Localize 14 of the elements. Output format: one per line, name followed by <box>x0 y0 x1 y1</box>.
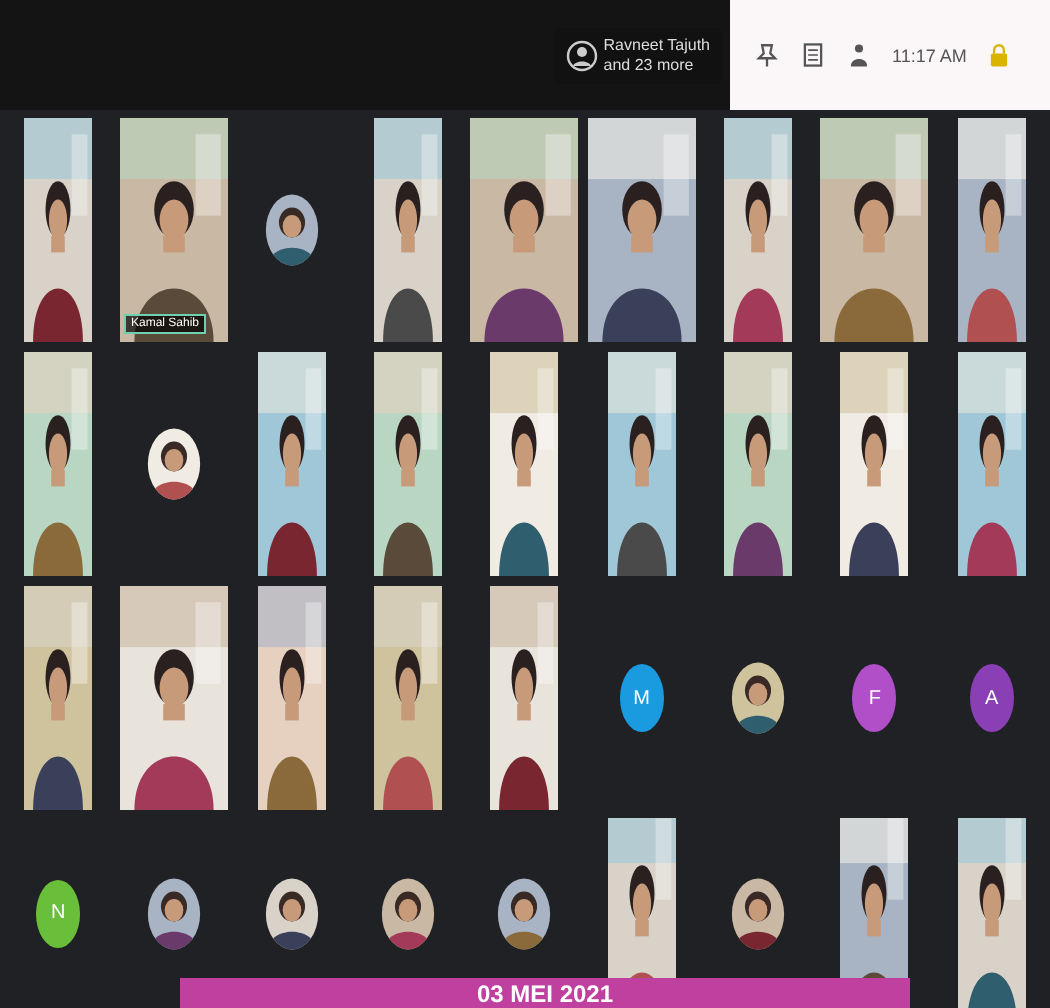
person-icon[interactable] <box>846 42 872 68</box>
presenter-count: and 23 more <box>603 55 696 75</box>
avatar: M <box>619 664 664 732</box>
avatar: A <box>969 664 1014 732</box>
user-icon <box>565 39 598 71</box>
presenter-name: Ravneet Tajuth <box>603 35 710 55</box>
document-icon[interactable] <box>800 42 826 68</box>
avatar: F <box>852 664 897 732</box>
pin-icon[interactable] <box>754 42 780 68</box>
presenter-badge[interactable]: Ravneet Tajuth and 23 more <box>553 27 722 83</box>
lock-icon <box>986 42 1013 68</box>
clock-time: 11:17 AM <box>892 45 967 65</box>
avatar: N <box>36 879 81 947</box>
banner-text: 03 MEI 2021 <box>476 980 614 1008</box>
